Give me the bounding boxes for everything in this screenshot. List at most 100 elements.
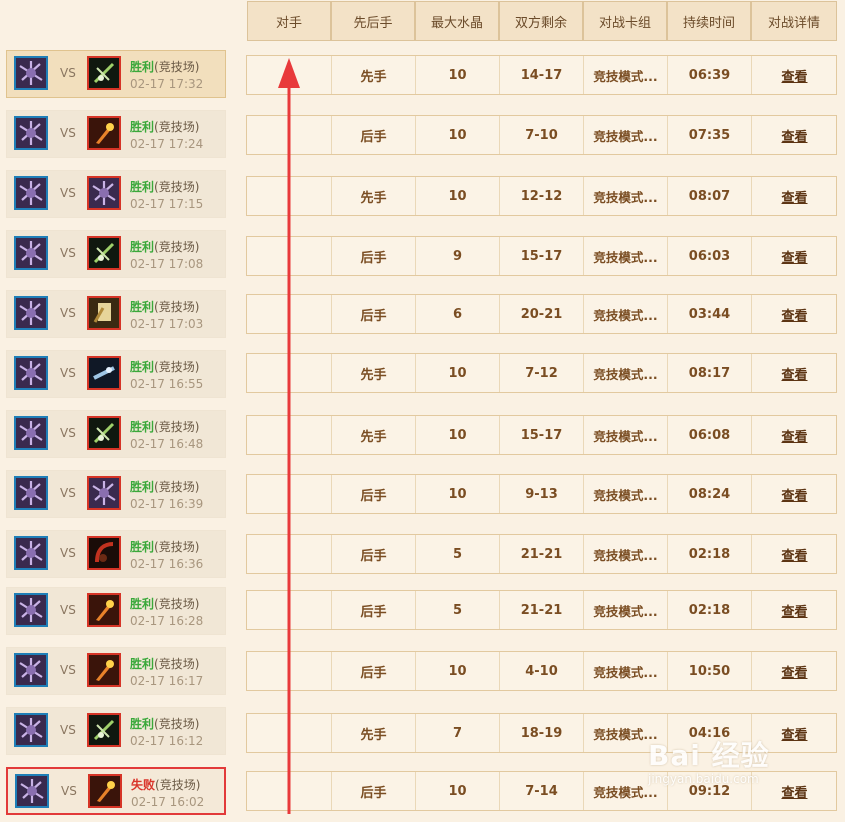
detail-link[interactable]: 查看: [751, 237, 837, 275]
vs-label: VS: [60, 66, 76, 80]
detail-link[interactable]: 查看: [751, 591, 837, 629]
shaman-hero-icon: [87, 356, 121, 390]
match-list-item[interactable]: VS 胜利(竞技场) 02-17 17:03: [6, 290, 226, 338]
remaining-cell: 20-21: [499, 295, 583, 333]
match-list-item[interactable]: VS 胜利(竞技场) 02-17 17:24: [6, 110, 226, 158]
deck-cell: 竞技模式...: [583, 714, 667, 752]
duration-cell: 08:17: [667, 354, 751, 392]
column-header: 对战卡组: [583, 1, 667, 41]
warlock-hero-icon: [14, 176, 48, 210]
duration-cell: 02:18: [667, 591, 751, 629]
column-header: 双方剩余: [499, 1, 583, 41]
match-list-item[interactable]: VS 胜利(竞技场) 02-17 17:08: [6, 230, 226, 278]
warlock-hero-icon: [14, 296, 48, 330]
mode-label: (竞技场): [154, 420, 200, 434]
deck-cell: 竞技模式...: [583, 772, 667, 810]
vs-label: VS: [60, 366, 76, 380]
mode-label: (竞技场): [154, 597, 200, 611]
max-crystal-cell: 5: [415, 591, 499, 629]
warlock-hero-icon: [14, 416, 48, 450]
detail-link[interactable]: 查看: [751, 56, 837, 94]
hunter-hero-icon: [87, 236, 121, 270]
detail-link[interactable]: 查看: [751, 116, 837, 154]
detail-link[interactable]: 查看: [751, 295, 837, 333]
match-list-item[interactable]: VS 胜利(竞技场) 02-17 16:17: [6, 647, 226, 695]
match-list-item[interactable]: VS 胜利(竞技场) 02-17 17:15: [6, 170, 226, 218]
deck-cell: 竞技模式...: [583, 56, 667, 94]
order-cell: 后手: [331, 475, 415, 513]
result-label: 胜利: [130, 180, 155, 194]
match-time: 02-17 16:12: [130, 734, 204, 748]
order-cell: 后手: [331, 652, 415, 690]
table-row: 先手 10 15-17 竞技模式... 06:08 查看: [246, 415, 837, 455]
table-row: 后手 10 9-13 竞技模式... 08:24 查看: [246, 474, 837, 514]
table-row: 后手 10 4-10 竞技模式... 10:50 查看: [246, 651, 837, 691]
table-row: 先手 10 14-17 竞技模式... 06:39 查看: [246, 55, 837, 95]
max-crystal-cell: 10: [415, 416, 499, 454]
remaining-cell: 21-21: [499, 535, 583, 573]
max-crystal-cell: 6: [415, 295, 499, 333]
max-crystal-cell: 10: [415, 116, 499, 154]
warlock-hero-icon: [14, 713, 48, 747]
deck-cell: 竞技模式...: [583, 591, 667, 629]
mode-label: (竞技场): [154, 480, 200, 494]
paladin-hero-icon: [87, 296, 121, 330]
vs-label: VS: [60, 186, 76, 200]
remaining-cell: 4-10: [499, 652, 583, 690]
duration-cell: 08:07: [667, 177, 751, 215]
match-result: 胜利(竞技场): [130, 655, 199, 672]
match-list-item[interactable]: VS 胜利(竞技场) 02-17 16:48: [6, 410, 226, 458]
warrior-hero-icon: [87, 536, 121, 570]
deck-cell: 竞技模式...: [583, 354, 667, 392]
table-row: 先手 10 12-12 竞技模式... 08:07 查看: [246, 176, 837, 216]
match-time: 02-17 16:02: [131, 795, 205, 809]
detail-link[interactable]: 查看: [751, 652, 837, 690]
remaining-cell: 7-14: [499, 772, 583, 810]
warlock-hero-icon: [14, 356, 48, 390]
order-cell: 后手: [331, 591, 415, 629]
match-result: 胜利(竞技场): [130, 118, 199, 135]
table-row: 后手 5 21-21 竞技模式... 02:18 查看: [246, 534, 837, 574]
deck-cell: 竞技模式...: [583, 237, 667, 275]
match-result: 胜利(竞技场): [130, 595, 199, 612]
match-time: 02-17 17:24: [130, 137, 204, 151]
remaining-cell: 7-12: [499, 354, 583, 392]
detail-link[interactable]: 查看: [751, 475, 837, 513]
column-header: 最大水晶: [415, 1, 499, 41]
annotation-arrow-icon: [278, 58, 300, 814]
column-header: 对战详情: [751, 1, 837, 41]
detail-link[interactable]: 查看: [751, 177, 837, 215]
remaining-cell: 14-17: [499, 56, 583, 94]
remaining-cell: 15-17: [499, 416, 583, 454]
detail-link[interactable]: 查看: [751, 535, 837, 573]
match-time: 02-17 16:28: [130, 614, 204, 628]
match-list-item[interactable]: VS 胜利(竞技场) 02-17 16:55: [6, 350, 226, 398]
deck-cell: 竞技模式...: [583, 535, 667, 573]
result-label: 失败: [131, 778, 156, 792]
duration-cell: 07:35: [667, 116, 751, 154]
warlock-hero-icon: [87, 476, 121, 510]
vs-label: VS: [60, 486, 76, 500]
remaining-cell: 12-12: [499, 177, 583, 215]
match-time: 02-17 17:08: [130, 257, 204, 271]
order-cell: 先手: [331, 354, 415, 392]
match-list-item[interactable]: VS 胜利(竞技场) 02-17 16:36: [6, 530, 226, 578]
match-list-item[interactable]: VS 胜利(竞技场) 02-17 16:28: [6, 587, 226, 635]
detail-link[interactable]: 查看: [751, 354, 837, 392]
match-time: 02-17 17:32: [130, 77, 204, 91]
detail-link[interactable]: 查看: [751, 416, 837, 454]
result-label: 胜利: [130, 480, 155, 494]
match-list-item[interactable]: VS 胜利(竞技场) 02-17 16:39: [6, 470, 226, 518]
mode-label: (竞技场): [154, 540, 200, 554]
match-list-item[interactable]: VS 胜利(竞技场) 02-17 16:12: [6, 707, 226, 755]
detail-link[interactable]: 查看: [751, 772, 837, 810]
detail-link[interactable]: 查看: [751, 714, 837, 752]
table-row: 后手 5 21-21 竞技模式... 02:18 查看: [246, 590, 837, 630]
warlock-hero-icon: [87, 176, 121, 210]
remaining-cell: 18-19: [499, 714, 583, 752]
match-list-item[interactable]: VS 胜利(竞技场) 02-17 17:32: [6, 50, 226, 98]
match-list-item[interactable]: VS 失败(竞技场) 02-17 16:02: [6, 767, 226, 815]
remaining-cell: 9-13: [499, 475, 583, 513]
vs-label: VS: [60, 246, 76, 260]
match-time: 02-17 17:03: [130, 317, 204, 331]
